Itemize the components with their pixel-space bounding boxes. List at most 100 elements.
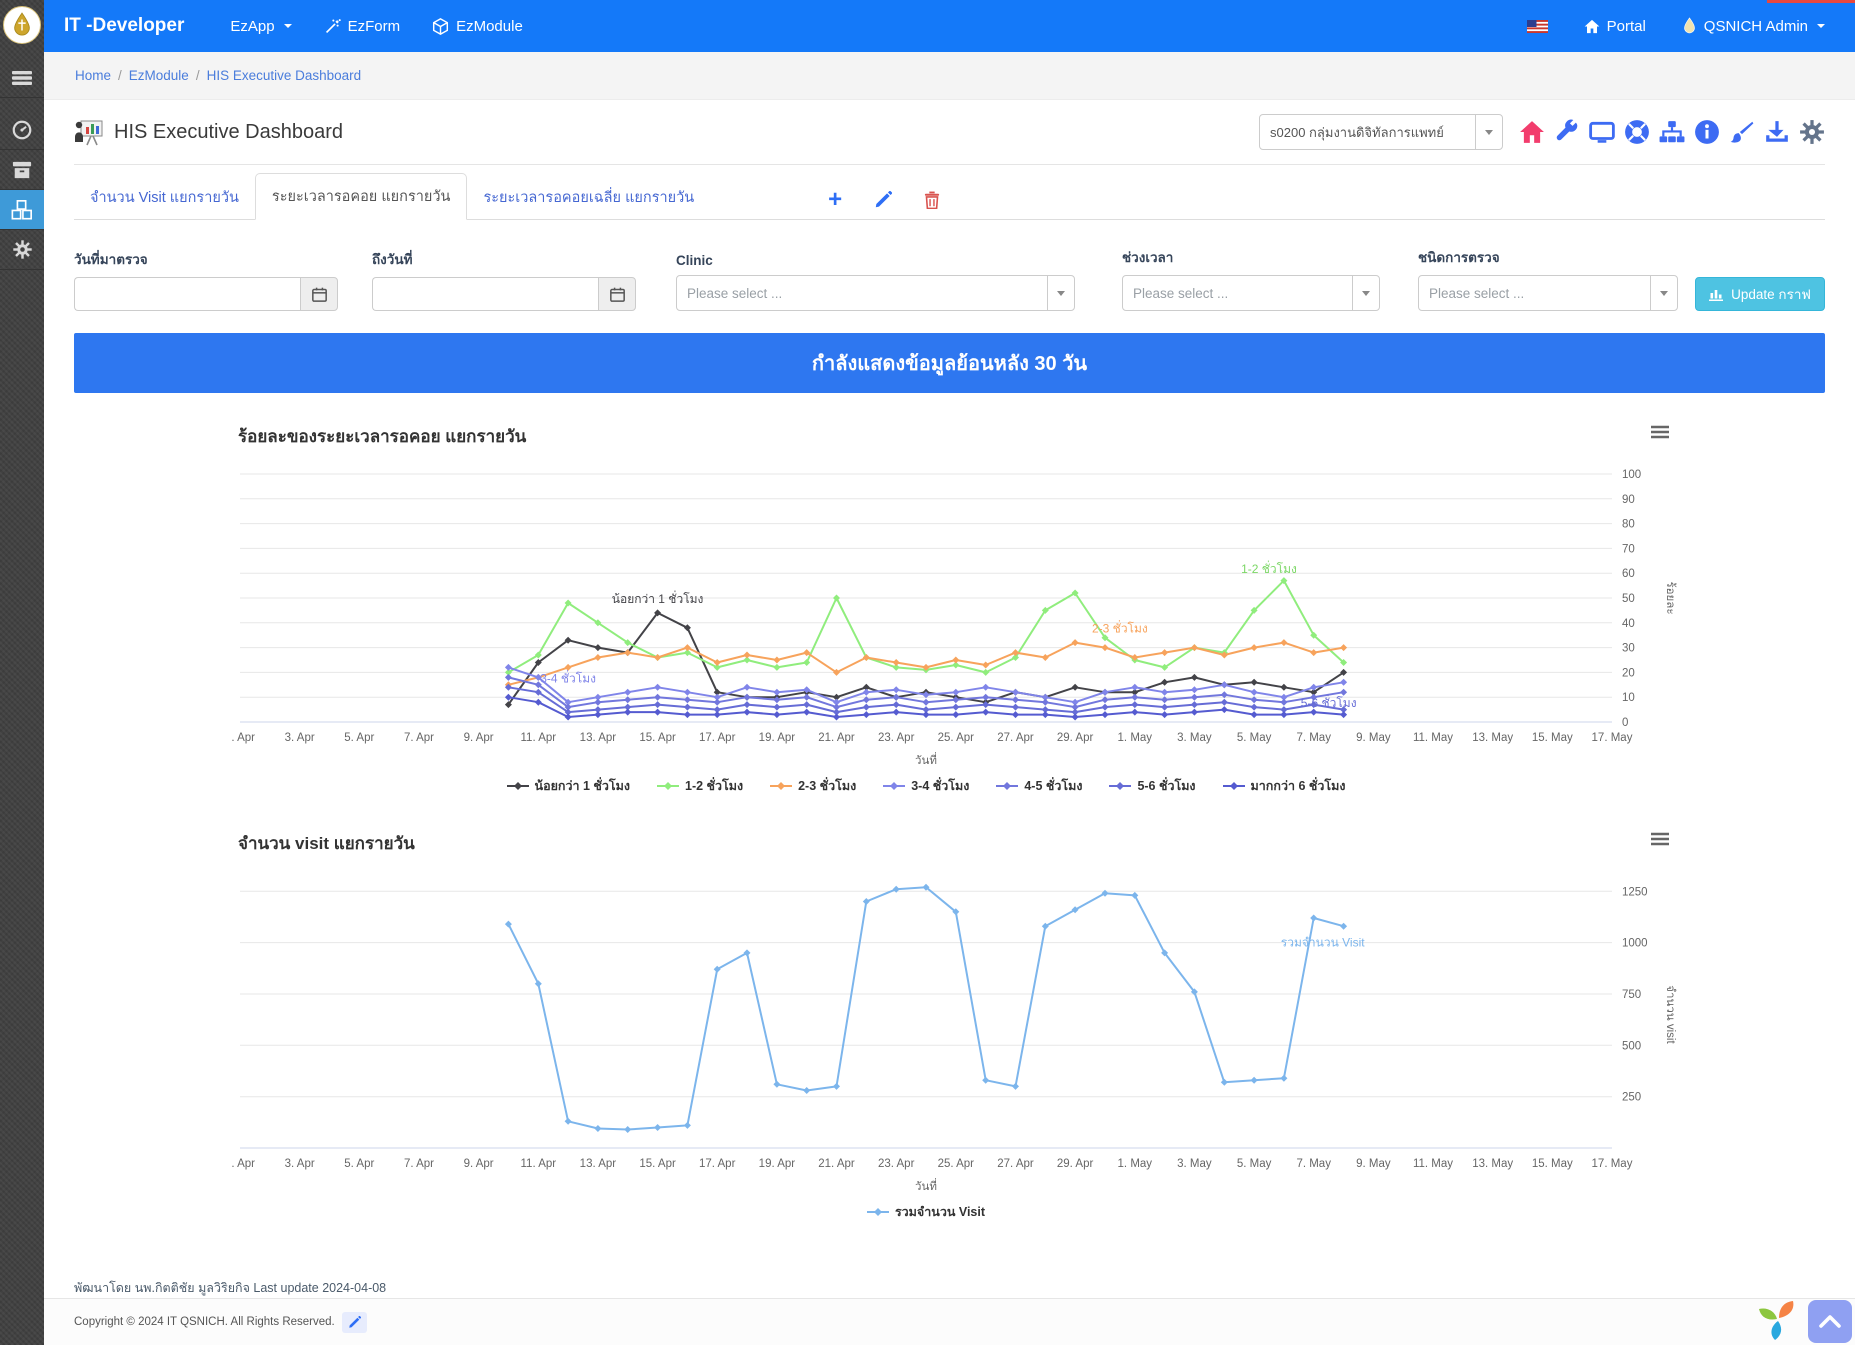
hamburger-menu-icon [11, 70, 33, 86]
y-axis-tick-label: 0 [1622, 717, 1628, 729]
x-axis-tick-label: 5. May [1237, 1158, 1272, 1170]
x-axis-tick-label: 15. May [1532, 732, 1573, 744]
sidebar-item-archive[interactable] [0, 150, 44, 190]
chart-context-menu-button[interactable] [1650, 425, 1670, 439]
field-label: ช่วงเวลา [1122, 246, 1380, 268]
legend-item[interactable]: 1-2 ชั่วโมง [657, 776, 743, 796]
calendar-button[interactable] [598, 277, 636, 311]
settings-gear-button[interactable] [1799, 119, 1825, 145]
sidebar-item-modules[interactable] [0, 190, 44, 230]
calendar-icon [312, 287, 327, 302]
data-point-marker [1131, 701, 1138, 708]
drop-logo-icon [11, 12, 33, 38]
data-point-marker [654, 709, 661, 716]
data-point-marker [1161, 679, 1168, 686]
data-point-marker [1280, 684, 1287, 691]
brand-title[interactable]: IT -Developer [64, 15, 184, 37]
tab-wait-time[interactable]: ระยะเวลารอคอย แยกรายวัน [255, 173, 468, 220]
home-button[interactable] [1519, 119, 1545, 145]
calendar-button[interactable] [300, 277, 338, 311]
user-menu[interactable]: QSNICH Admin [1682, 17, 1825, 35]
legend-item[interactable]: มากกว่า 6 ชั่วโมง [1223, 776, 1346, 796]
copyright-text: Copyright © 2024 IT QSNICH. All Rights R… [74, 1316, 335, 1328]
y-axis-tick-label: 1250 [1622, 886, 1648, 898]
chart-context-menu-button[interactable] [1650, 832, 1670, 846]
data-point-marker [684, 1122, 691, 1129]
breadcrumb-home-link[interactable]: Home [75, 68, 111, 83]
caret-down-icon [1475, 115, 1502, 149]
delete-tab-button[interactable] [924, 191, 940, 209]
breadcrumb-ezmodule-link[interactable]: EzModule [129, 68, 189, 83]
data-point-marker [1191, 701, 1198, 708]
clinic-select[interactable]: Please select ... [676, 275, 1075, 311]
legend-item[interactable]: 4-5 ชั่วโมง [996, 776, 1082, 796]
x-axis-tick-label: 1. May [1118, 732, 1153, 744]
filter-clinic: Clinic Please select ... [676, 253, 1075, 311]
filter-date-from: วันที่มาตรวจ [74, 248, 338, 311]
tab-visit-count[interactable]: จำนวน Visit แยกรายวัน [74, 175, 255, 220]
select-placeholder: Please select ... [1419, 286, 1650, 301]
data-point-marker [982, 684, 989, 691]
data-point-marker [1310, 649, 1317, 656]
data-point-marker [1131, 892, 1138, 899]
nav-item-ezapp[interactable]: EzApp [230, 18, 291, 35]
wait-time-line-chart: 01020304050607080901001. Apr3. Apr5. Apr… [232, 462, 1692, 768]
field-label: Clinic [676, 253, 1075, 268]
sitemap-button[interactable] [1659, 119, 1685, 145]
legend-item[interactable]: 3-4 ชั่วโมง [883, 776, 969, 796]
nav-item-ezmodule[interactable]: EzModule [432, 18, 523, 35]
update-chart-button[interactable]: Update กราฟ [1695, 277, 1825, 311]
toolbar-icons [1519, 119, 1825, 145]
date-from-input[interactable] [74, 277, 300, 311]
app-logo[interactable] [3, 6, 41, 44]
update-button-label: Update กราฟ [1731, 283, 1811, 305]
nav-item-portal[interactable]: Portal [1584, 18, 1646, 35]
sidebar-item-settings[interactable] [0, 230, 44, 270]
calendar-icon [610, 287, 625, 302]
scroll-to-top-button[interactable] [1808, 1300, 1852, 1343]
us-flag-icon[interactable] [1527, 20, 1548, 33]
data-point-marker [1191, 694, 1198, 701]
info-banner: กำลังแสดงข้อมูลย้อนหลัง 30 วัน [74, 333, 1825, 393]
sidebar-toggle-button[interactable] [0, 58, 44, 98]
data-point-marker [684, 624, 691, 631]
edit-tab-button[interactable] [874, 191, 892, 209]
x-axis-tick-label: 7. Apr [404, 732, 434, 744]
data-point-marker [1280, 711, 1287, 718]
add-tab-button[interactable]: + [828, 191, 842, 209]
legend-item[interactable]: น้อยกว่า 1 ชั่วโมง [507, 776, 630, 796]
time-range-select[interactable]: Please select ... [1122, 275, 1380, 311]
chart-title: จำนวน visit แยกรายวัน [238, 830, 1692, 857]
legend-item[interactable]: รวมจำนวน Visit [867, 1202, 985, 1222]
legend-item[interactable]: 2-3 ชั่วโมง [770, 776, 856, 796]
tab-avg-wait-time[interactable]: ระยะเวลารอคอยเฉลี่ย แยกรายวัน [467, 175, 710, 220]
x-axis-tick-label: 7. May [1296, 732, 1331, 744]
page-title: HIS Executive Dashboard [114, 121, 343, 144]
sidebar-item-dashboard[interactable] [0, 110, 44, 150]
field-label: ถึงวันที่ [372, 248, 636, 270]
data-point-marker [1340, 679, 1347, 686]
brush-button[interactable] [1729, 119, 1755, 145]
brand-petals-logo-icon [1757, 1299, 1801, 1343]
archive-box-icon [11, 160, 33, 180]
wrench-button[interactable] [1554, 119, 1580, 145]
legend-item[interactable]: 5-6 ชั่วโมง [1109, 776, 1195, 796]
y-axis-tick-label: 250 [1622, 1092, 1641, 1104]
download-button[interactable] [1764, 119, 1790, 145]
date-to-input[interactable] [372, 277, 598, 311]
data-point-marker [654, 684, 661, 691]
data-point-marker [535, 980, 542, 987]
x-axis-tick-label: 13. Apr [580, 732, 617, 744]
cubes-icon [10, 199, 34, 221]
life-ring-button[interactable] [1624, 119, 1650, 145]
exam-type-select[interactable]: Please select ... [1418, 275, 1678, 311]
edit-footer-button[interactable] [342, 1312, 367, 1333]
breadcrumb-separator: / [118, 68, 122, 83]
info-button[interactable] [1694, 119, 1720, 145]
x-axis-tick-label: 19. Apr [759, 1158, 796, 1170]
nav-item-ezform[interactable]: EzForm [324, 18, 401, 35]
module-selector[interactable]: s0200 กลุ่มงานดิจิทัลการแพทย์ [1259, 114, 1503, 150]
monitor-button[interactable] [1589, 119, 1615, 145]
legend-marker-icon [1109, 781, 1131, 791]
data-point-marker [773, 704, 780, 711]
